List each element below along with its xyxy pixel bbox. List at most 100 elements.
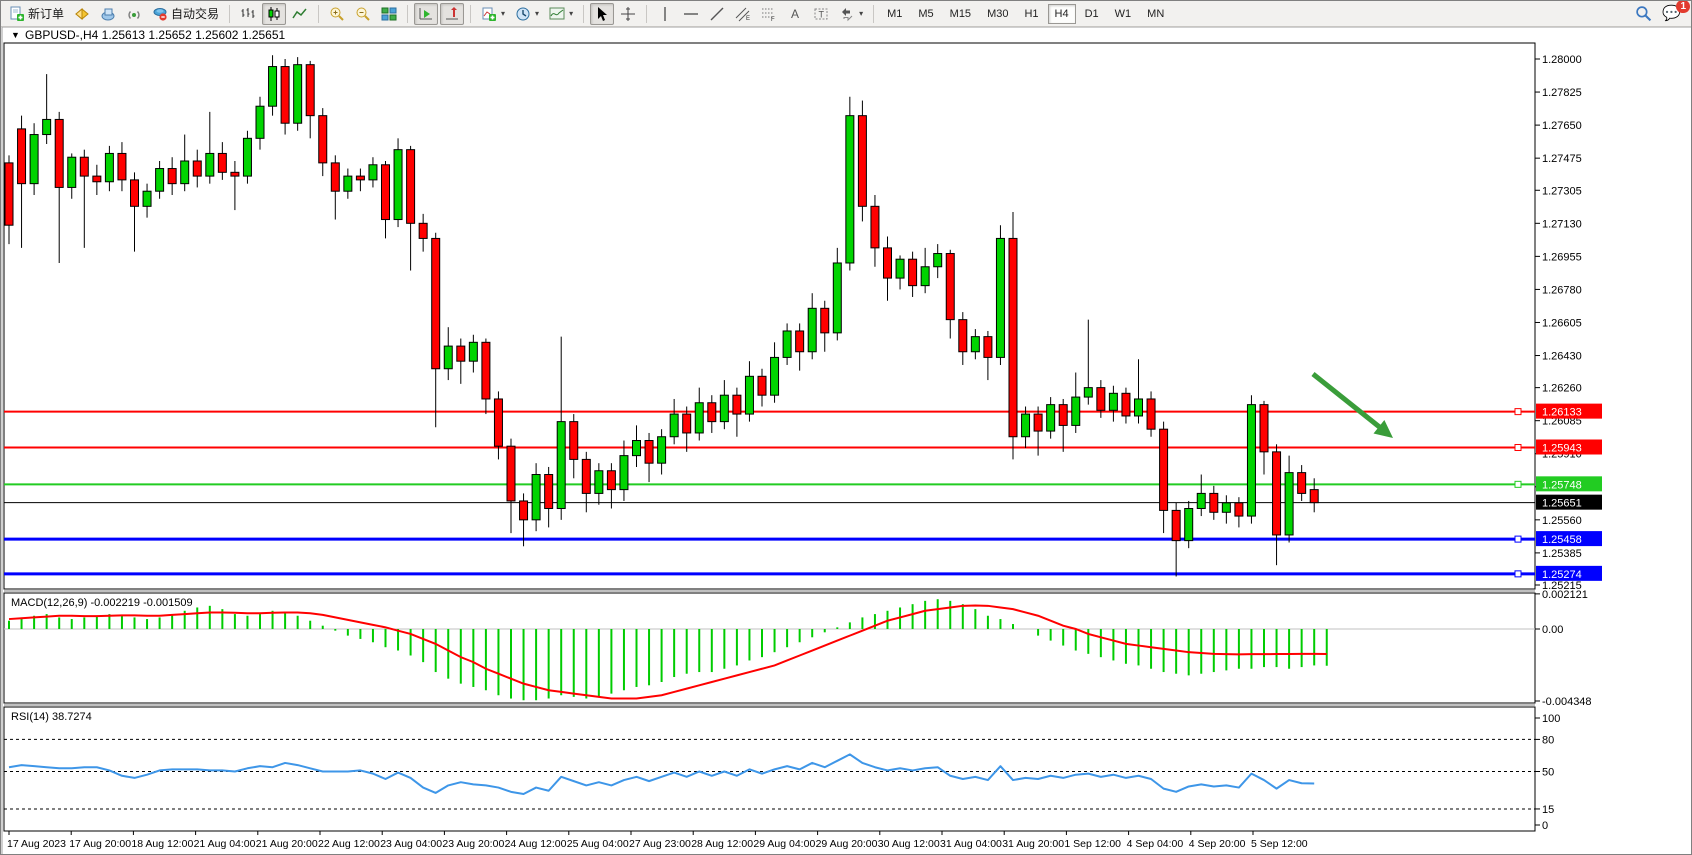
line-chart-button[interactable] — [288, 3, 312, 25]
svg-text:29 Aug 20:00: 29 Aug 20:00 — [816, 838, 878, 850]
crosshair-tool-button[interactable] — [616, 3, 640, 25]
market-watch-button[interactable] — [70, 3, 94, 25]
svg-text:GBPUSD-,H4 1.25613 1.25652 1.: GBPUSD-,H4 1.25613 1.25652 1.25602 1.256… — [25, 28, 286, 42]
svg-text:28 Aug 12:00: 28 Aug 12:00 — [691, 838, 753, 850]
svg-text:-0.004348: -0.004348 — [1542, 696, 1592, 708]
svg-text:15: 15 — [1542, 804, 1554, 816]
svg-text:25 Aug 04:00: 25 Aug 04:00 — [567, 838, 629, 850]
zoom-in-button[interactable] — [325, 3, 349, 25]
line-chart-icon — [292, 6, 308, 22]
new-order-icon — [9, 6, 25, 22]
timeframe-button-d1[interactable]: D1 — [1078, 4, 1106, 24]
svg-text:30 Aug 12:00: 30 Aug 12:00 — [878, 838, 940, 850]
new-order-button[interactable]: 新订单 — [5, 3, 68, 25]
cursor-tool-button[interactable] — [590, 3, 614, 25]
arrows-tool-button[interactable]: ▾ — [835, 3, 867, 25]
chart-shift-button[interactable] — [440, 3, 464, 25]
svg-text:1.26260: 1.26260 — [1542, 383, 1582, 395]
bar-chart-icon — [240, 6, 256, 22]
timeframe-button-w1[interactable]: W1 — [1108, 4, 1139, 24]
price-pane[interactable] — [4, 43, 1535, 589]
svg-text:23 Aug 04:00: 23 Aug 04:00 — [380, 838, 442, 850]
svg-text:27 Aug 23:00: 27 Aug 23:00 — [629, 838, 691, 850]
periods-button[interactable]: ▾ — [511, 3, 543, 25]
indicators-icon — [481, 6, 497, 22]
candle[interactable] — [996, 225, 1004, 365]
svg-text:23 Aug 20:00: 23 Aug 20:00 — [442, 838, 504, 850]
timeframe-button-h4[interactable]: H4 — [1048, 4, 1076, 24]
toolbar-right-group: 💬 1 — [1635, 4, 1689, 23]
candle[interactable] — [294, 57, 302, 131]
crosshair-icon — [620, 6, 636, 22]
chart-title: ▼ GBPUSD-,H4 1.25613 1.25652 1.25602 1.25… — [11, 28, 286, 42]
timeframe-button-m5[interactable]: M5 — [911, 4, 940, 24]
dropdown-caret-icon: ▾ — [535, 9, 539, 18]
text-label-icon: T — [813, 6, 829, 22]
auto-trading-button[interactable]: 自动交易 — [148, 3, 223, 25]
text-label-tool-button[interactable]: T — [809, 3, 833, 25]
rsi-label: RSI(14) 38.7274 — [11, 711, 92, 723]
vertical-line-tool-button[interactable] — [653, 3, 677, 25]
timeframe-button-h1[interactable]: H1 — [1017, 4, 1045, 24]
zoom-out-icon — [355, 6, 371, 22]
svg-text:17 Aug 20:00: 17 Aug 20:00 — [69, 838, 131, 850]
candle[interactable] — [846, 97, 854, 271]
signals-button[interactable] — [122, 3, 146, 25]
auto-scroll-icon — [418, 6, 434, 22]
svg-text:E: E — [746, 16, 750, 22]
svg-text:1.27305: 1.27305 — [1542, 185, 1582, 197]
auto-scroll-button[interactable] — [414, 3, 438, 25]
notification-badge: 1 — [1676, 0, 1690, 13]
fibonacci-icon: F — [761, 6, 777, 22]
candle[interactable] — [858, 101, 866, 222]
svg-text:1.25274: 1.25274 — [1542, 569, 1582, 581]
candlestick-chart-icon — [266, 6, 282, 22]
candle[interactable] — [281, 59, 289, 135]
candle[interactable] — [1247, 395, 1255, 523]
text-tool-button[interactable]: A — [783, 3, 807, 25]
svg-text:1.27475: 1.27475 — [1542, 153, 1582, 165]
channel-tool-button[interactable]: E — [731, 3, 755, 25]
svg-text:1.26605: 1.26605 — [1542, 317, 1582, 329]
tile-windows-button[interactable] — [377, 3, 401, 25]
bar-chart-button[interactable] — [236, 3, 260, 25]
search-icon[interactable] — [1635, 5, 1652, 22]
auto-trading-icon — [152, 6, 168, 22]
timeframe-button-m30[interactable]: M30 — [980, 4, 1015, 24]
fibonacci-tool-button[interactable]: F — [757, 3, 781, 25]
notifications-button[interactable]: 💬 1 — [1662, 4, 1681, 23]
svg-text:80: 80 — [1542, 734, 1554, 746]
svg-text:1.27825: 1.27825 — [1542, 87, 1582, 99]
main-toolbar: 新订单 自动交易 — [1, 1, 1692, 27]
svg-text:1.27650: 1.27650 — [1542, 120, 1582, 132]
svg-text:1.25651: 1.25651 — [1542, 498, 1582, 510]
svg-text:▼: ▼ — [11, 30, 20, 40]
indicators-button[interactable]: ▾ — [477, 3, 509, 25]
timeframe-button-mn[interactable]: MN — [1140, 4, 1171, 24]
zoom-out-button[interactable] — [351, 3, 375, 25]
candle[interactable] — [243, 131, 251, 184]
trendline-tool-button[interactable] — [705, 3, 729, 25]
svg-text:1.25385: 1.25385 — [1542, 548, 1582, 560]
timeframe-button-m1[interactable]: M1 — [880, 4, 909, 24]
svg-text:1.28000: 1.28000 — [1542, 54, 1582, 66]
horizontal-line-tool-button[interactable] — [679, 3, 703, 25]
rsi-pane[interactable] — [4, 707, 1535, 831]
templates-button[interactable]: ▾ — [545, 3, 577, 25]
candle[interactable] — [1009, 212, 1017, 459]
timeframe-button-m15[interactable]: M15 — [943, 4, 978, 24]
svg-text:A: A — [791, 7, 799, 21]
candle[interactable] — [394, 138, 402, 227]
chart-canvas[interactable]: ▼ GBPUSD-,H4 1.25613 1.25652 1.25602 1.25… — [1, 27, 1692, 855]
auto-trading-label: 自动交易 — [171, 5, 219, 22]
timeframe-group: M1M5M15M30H1H4D1W1MN — [880, 4, 1171, 24]
candle[interactable] — [1185, 501, 1193, 548]
candlestick-chart-button[interactable] — [262, 3, 286, 25]
svg-text:1.25560: 1.25560 — [1542, 515, 1582, 527]
data-window-button[interactable] — [96, 3, 120, 25]
svg-text:18 Aug 12:00: 18 Aug 12:00 — [131, 838, 193, 850]
svg-text:21 Aug 20:00: 21 Aug 20:00 — [256, 838, 318, 850]
arrows-shapes-icon — [839, 6, 855, 22]
svg-text:24 Aug 12:00: 24 Aug 12:00 — [505, 838, 567, 850]
macd-pane[interactable] — [4, 593, 1535, 703]
